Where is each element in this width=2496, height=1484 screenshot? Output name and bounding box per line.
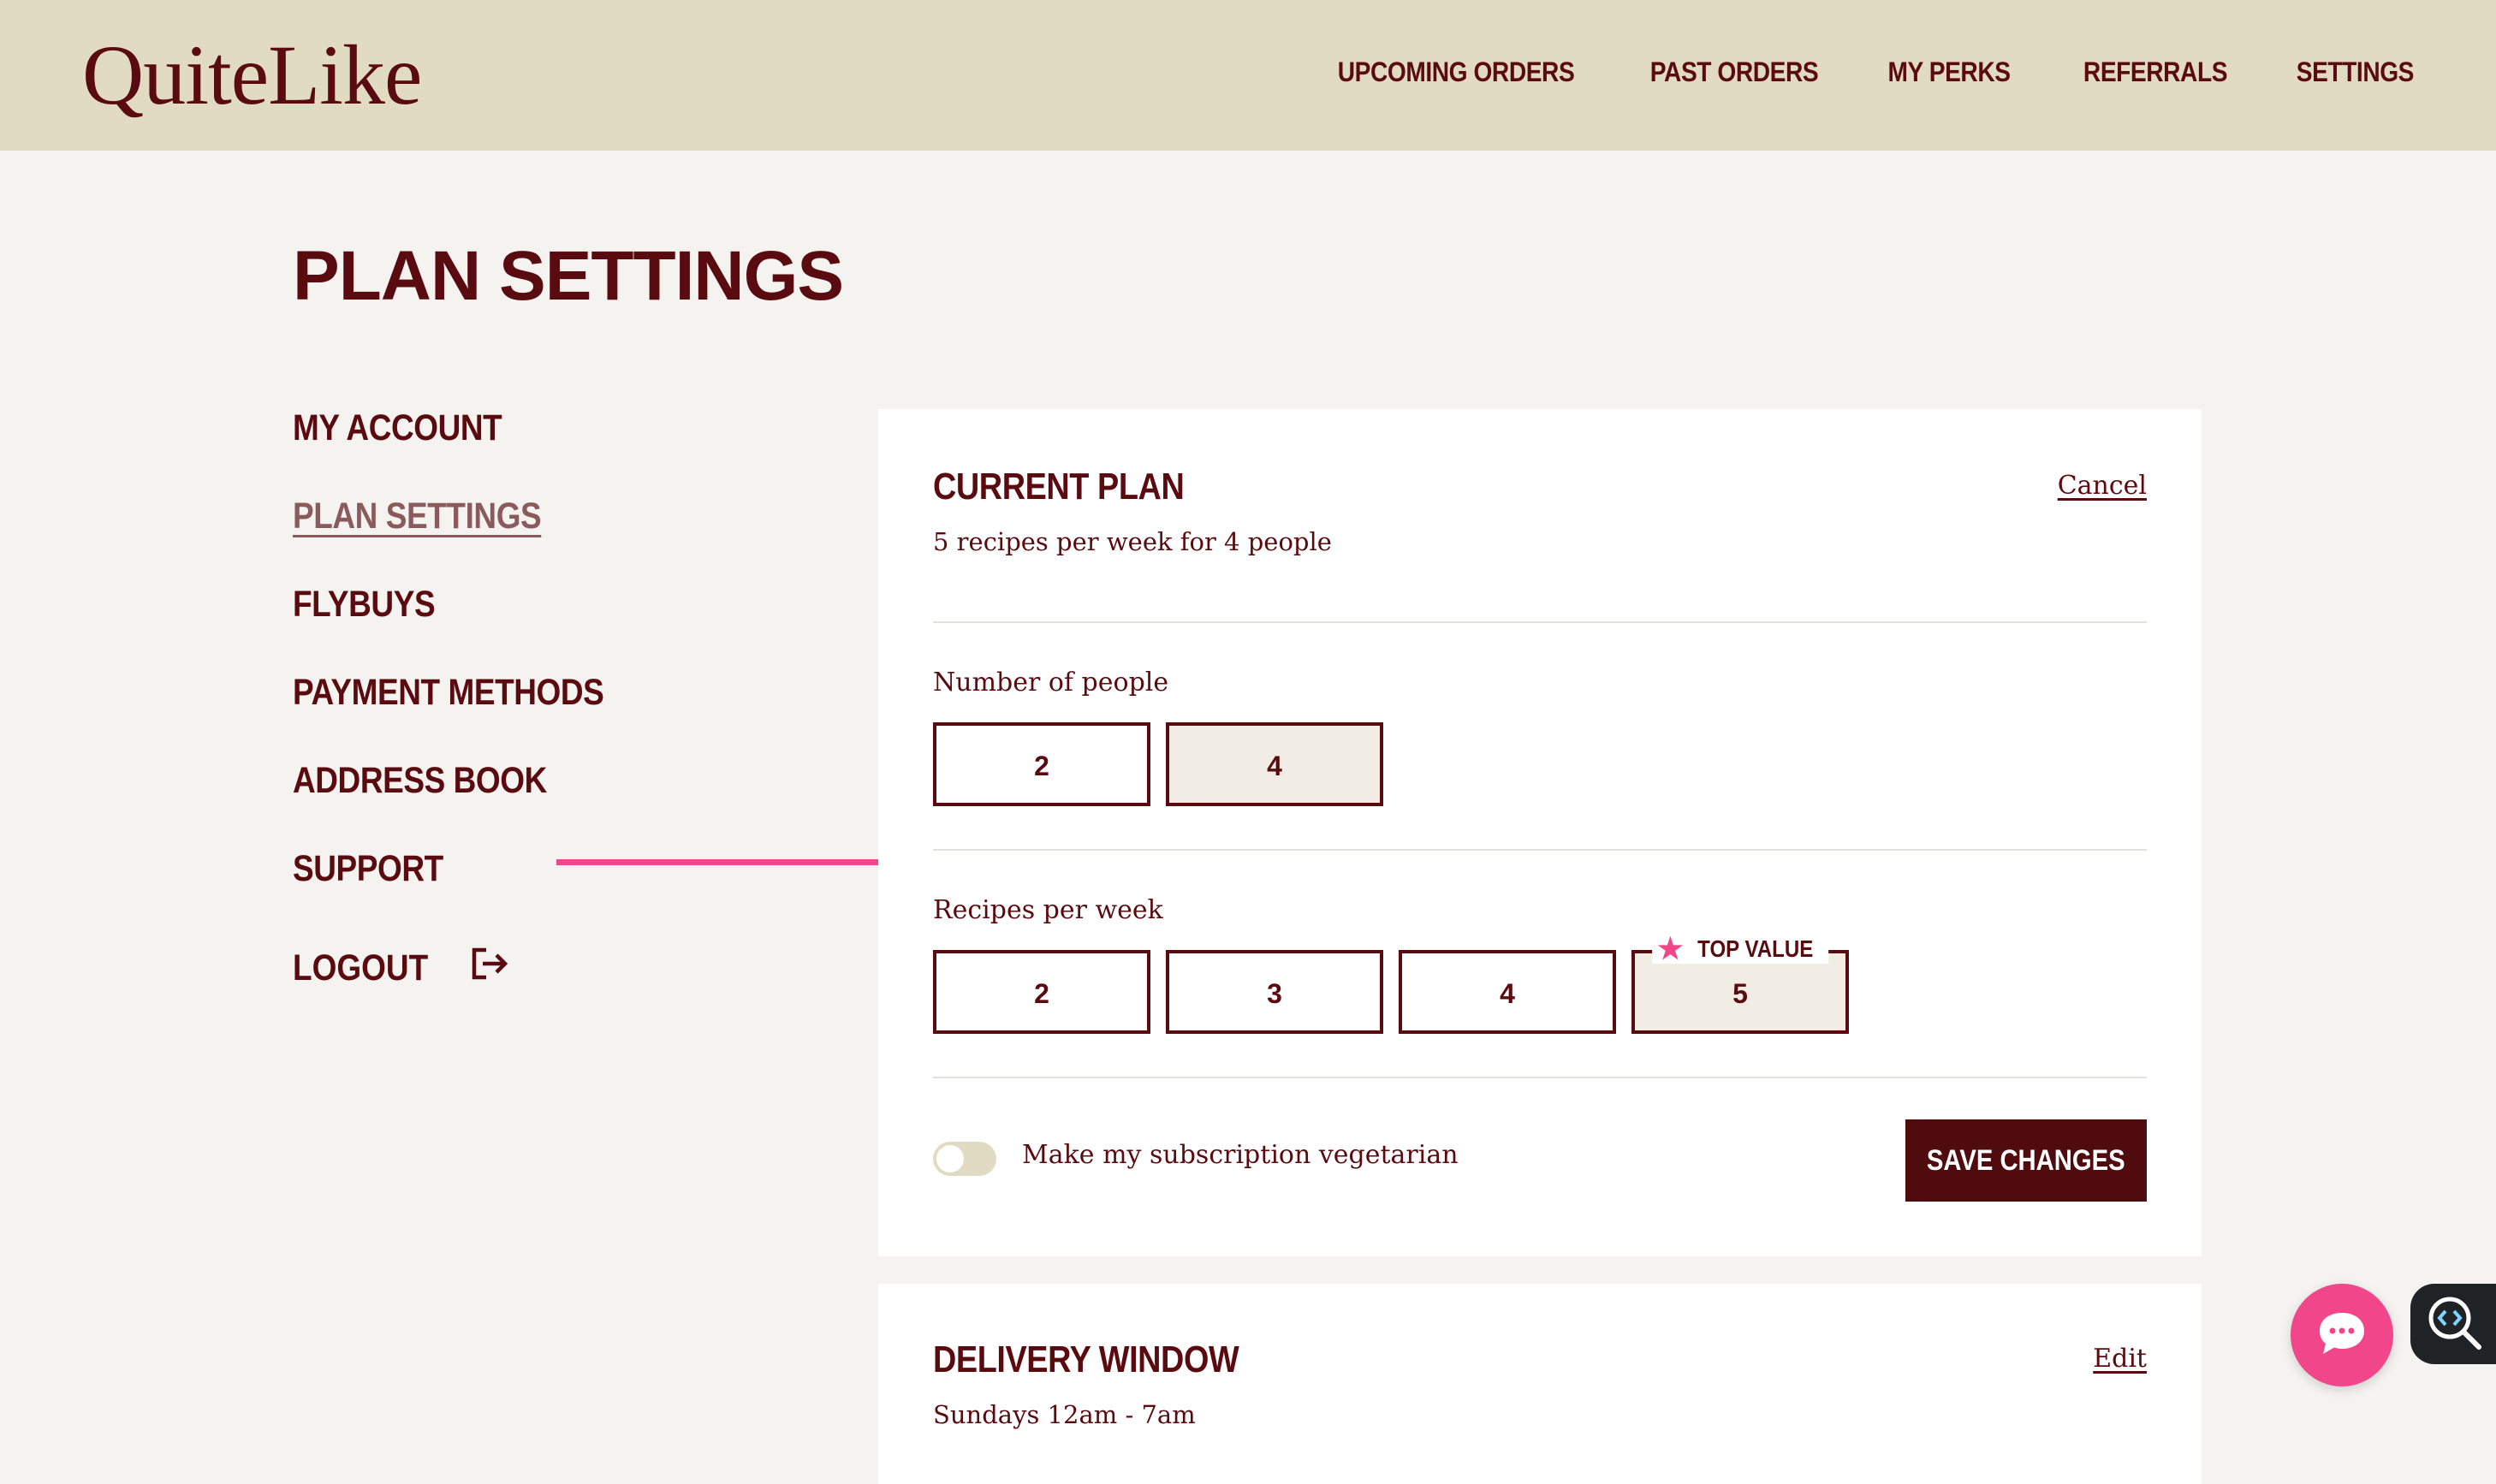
people-option-2[interactable]: 2 <box>933 722 1150 806</box>
sidebar-item-flybuys[interactable]: FLYBUYS <box>293 584 603 626</box>
recipes-option-2[interactable]: 2 <box>933 950 1150 1034</box>
recipes-label: Recipes per week <box>933 895 1163 925</box>
star-icon: ★ <box>1657 933 1684 965</box>
cancel-plan-link[interactable]: Cancel <box>2058 471 2147 501</box>
nav-my-perks[interactable]: MY PERKS <box>1888 56 2011 88</box>
inspect-icon <box>2424 1292 2484 1356</box>
main-nav: UPCOMING ORDERS PAST ORDERS MY PERKS REF… <box>1305 56 2415 88</box>
recipes-option-3[interactable]: 3 <box>1166 950 1383 1034</box>
edit-delivery-link[interactable]: Edit <box>2093 1344 2147 1374</box>
top-value-label: TOP VALUE <box>1697 935 1814 962</box>
logout-icon <box>469 945 510 992</box>
logout-link[interactable]: LOGOUT <box>293 945 510 992</box>
nav-upcoming-orders[interactable]: UPCOMING ORDERS <box>1338 56 1575 88</box>
recipes-option-4[interactable]: 4 <box>1399 950 1616 1034</box>
current-plan-title: CURRENT PLAN <box>933 466 1185 508</box>
delivery-window-title: DELIVERY WINDOW <box>933 1339 1239 1380</box>
divider <box>933 849 2147 851</box>
divider <box>933 1077 2147 1078</box>
people-options: 2 4 <box>933 722 1383 806</box>
sidebar-item-payment-methods[interactable]: PAYMENT METHODS <box>293 672 604 714</box>
divider <box>933 621 2147 623</box>
vegetarian-toggle[interactable] <box>933 1142 996 1176</box>
logout-label: LOGOUT <box>293 947 429 988</box>
save-changes-label: SAVE CHANGES <box>1927 1143 2125 1177</box>
save-changes-button[interactable]: SAVE CHANGES <box>1905 1119 2147 1202</box>
delivery-window-card: DELIVERY WINDOW Edit Sundays 12am - 7am <box>878 1284 2202 1484</box>
recipes-option-5[interactable]: ★ TOP VALUE 5 <box>1631 935 1849 1034</box>
sidebar-item-plan-settings[interactable]: PLAN SETTINGS <box>293 496 603 537</box>
sidebar-item-support[interactable]: SUPPORT <box>293 848 603 890</box>
toggle-knob <box>936 1145 964 1172</box>
nav-referrals[interactable]: REFERRALS <box>2083 56 2228 88</box>
annotation-arrow-line <box>556 859 907 865</box>
current-plan-card: CURRENT PLAN Cancel 5 recipes per week f… <box>878 409 2202 1256</box>
recipes-options: 2 3 4 ★ TOP VALUE 5 <box>933 935 1849 1034</box>
sidebar-item-my-account[interactable]: MY ACCOUNT <box>293 407 603 449</box>
settings-sidebar: MY ACCOUNT PLAN SETTINGS FLYBUYS PAYMENT… <box>293 407 655 936</box>
nav-past-orders[interactable]: PAST ORDERS <box>1650 56 1819 88</box>
sidebar-item-address-book[interactable]: ADDRESS BOOK <box>293 760 603 802</box>
page-title: PLAN SETTINGS <box>293 237 844 315</box>
chat-button[interactable] <box>2291 1284 2393 1386</box>
current-plan-summary: 5 recipes per week for 4 people <box>933 527 1332 556</box>
brand-logo[interactable]: QuiteLike <box>82 26 422 124</box>
inspect-button[interactable] <box>2410 1284 2496 1364</box>
vegetarian-toggle-label: Make my subscription vegetarian <box>1022 1140 1459 1170</box>
people-label: Number of people <box>933 668 1169 697</box>
people-option-4[interactable]: 4 <box>1166 722 1383 806</box>
top-header: QuiteLike UPCOMING ORDERS PAST ORDERS MY… <box>0 0 2496 151</box>
chat-icon <box>2316 1309 2368 1362</box>
top-value-badge: ★ TOP VALUE <box>1652 935 1828 964</box>
nav-settings[interactable]: SETTINGS <box>2297 56 2415 88</box>
delivery-window-value: Sundays 12am - 7am <box>933 1400 1196 1429</box>
